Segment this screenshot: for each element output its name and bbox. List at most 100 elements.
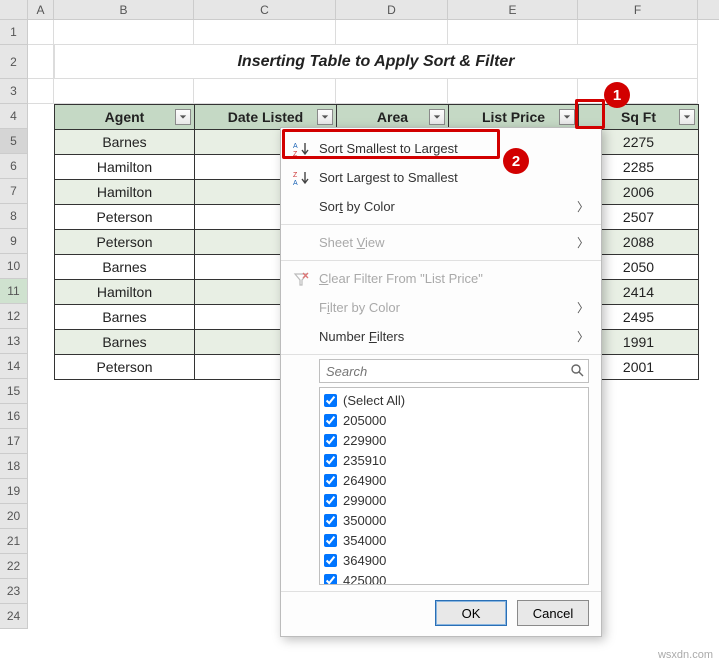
filter-value-option[interactable]: 229900 bbox=[324, 430, 584, 450]
row-24[interactable]: 24 bbox=[0, 604, 27, 629]
row-14[interactable]: 14 bbox=[0, 354, 27, 379]
sort-descending-label: Sort Largest to Smallest bbox=[319, 170, 589, 185]
filter-value-select-all[interactable]: (Select All) bbox=[324, 390, 584, 410]
table-cell[interactable]: Peterson bbox=[55, 230, 195, 255]
row-3[interactable]: 3 bbox=[0, 79, 27, 104]
number-filters-label: Number Filters bbox=[319, 329, 577, 344]
filter-value-checkbox[interactable] bbox=[324, 434, 337, 447]
select-all-checkbox[interactable] bbox=[324, 394, 337, 407]
row-headers: 1 2 3 4 5 6 7 8 9 10 11 12 13 14 15 16 1… bbox=[0, 20, 28, 629]
filter-value-option[interactable]: 350000 bbox=[324, 510, 584, 530]
filter-value-checkbox[interactable] bbox=[324, 494, 337, 507]
row-6[interactable]: 6 bbox=[0, 154, 27, 179]
sheet-view-label: Sheet View bbox=[319, 235, 577, 250]
row-18[interactable]: 18 bbox=[0, 454, 27, 479]
table-cell[interactable]: Barnes bbox=[55, 255, 195, 280]
filter-search[interactable] bbox=[319, 359, 589, 383]
filter-button-list-price[interactable] bbox=[559, 109, 575, 125]
header-agent-label: Agent bbox=[105, 109, 145, 125]
header-area-label: Area bbox=[377, 109, 408, 125]
sheet-view: Sheet View 〉 bbox=[281, 228, 601, 257]
filter-value-checkbox[interactable] bbox=[324, 474, 337, 487]
row-10[interactable]: 10 bbox=[0, 254, 27, 279]
col-B[interactable]: B bbox=[54, 0, 194, 19]
chevron-right-icon: 〉 bbox=[577, 198, 589, 215]
clear-filter-icon bbox=[293, 272, 319, 286]
col-C[interactable]: C bbox=[194, 0, 336, 19]
col-F[interactable]: F bbox=[578, 0, 698, 19]
filter-value-checkbox[interactable] bbox=[324, 554, 337, 567]
clear-filter: Clear Filter From "List Price" bbox=[281, 264, 601, 293]
sort-descending[interactable]: ZA Sort Largest to Smallest bbox=[281, 163, 601, 192]
filter-value-option[interactable]: 299000 bbox=[324, 490, 584, 510]
filter-button-sqft[interactable] bbox=[679, 109, 695, 125]
filter-value-option[interactable]: 264900 bbox=[324, 470, 584, 490]
filter-by-color-label: Filter by Color bbox=[319, 300, 577, 315]
row-21[interactable]: 21 bbox=[0, 529, 27, 554]
row-17[interactable]: 17 bbox=[0, 429, 27, 454]
header-sq-ft-label: Sq Ft bbox=[621, 109, 656, 125]
row-22[interactable]: 22 bbox=[0, 554, 27, 579]
filter-value-option[interactable]: 205000 bbox=[324, 410, 584, 430]
filter-value-checkbox[interactable] bbox=[324, 514, 337, 527]
watermark: wsxdn.com bbox=[658, 649, 713, 661]
svg-text:Z: Z bbox=[293, 172, 298, 179]
filter-values-list[interactable]: (Select All) 205000229900235910264900299… bbox=[319, 387, 589, 585]
header-sq-ft[interactable]: Sq Ft bbox=[579, 105, 699, 130]
row-20[interactable]: 20 bbox=[0, 504, 27, 529]
filter-value-option[interactable]: 235910 bbox=[324, 450, 584, 470]
chevron-right-icon: 〉 bbox=[577, 234, 589, 251]
sort-asc-icon: AZ bbox=[293, 141, 319, 157]
sort-by-color-label: Sort by Color bbox=[319, 199, 577, 214]
filter-value-checkbox[interactable] bbox=[324, 454, 337, 467]
filter-value-checkbox[interactable] bbox=[324, 574, 337, 586]
row-2[interactable]: 2 bbox=[0, 45, 27, 79]
sort-by-color[interactable]: Sort by Color 〉 bbox=[281, 192, 601, 221]
filter-value-option[interactable]: 354000 bbox=[324, 530, 584, 550]
header-area[interactable]: Area bbox=[337, 105, 449, 130]
row-7[interactable]: 7 bbox=[0, 179, 27, 204]
row-23[interactable]: 23 bbox=[0, 579, 27, 604]
col-E[interactable]: E bbox=[448, 0, 578, 19]
header-date-listed[interactable]: Date Listed bbox=[195, 105, 337, 130]
filter-search-input[interactable] bbox=[320, 364, 566, 379]
col-D[interactable]: D bbox=[336, 0, 448, 19]
sort-ascending-label: Sort Smallest to Largest bbox=[319, 141, 589, 156]
header-date-listed-label: Date Listed bbox=[228, 109, 303, 125]
header-list-price[interactable]: List Price bbox=[449, 105, 579, 130]
row-9[interactable]: 9 bbox=[0, 229, 27, 254]
sort-ascending[interactable]: AZ Sort Smallest to Largest bbox=[281, 134, 601, 163]
col-A[interactable]: A bbox=[28, 0, 54, 19]
table-cell[interactable]: Hamilton bbox=[55, 180, 195, 205]
cancel-button[interactable]: Cancel bbox=[517, 600, 589, 626]
number-filters[interactable]: Number Filters 〉 bbox=[281, 322, 601, 351]
row-19[interactable]: 19 bbox=[0, 479, 27, 504]
table-cell[interactable]: Barnes bbox=[55, 330, 195, 355]
column-headers: A B C D E F bbox=[0, 0, 719, 20]
filter-value-option[interactable]: 364900 bbox=[324, 550, 584, 570]
filter-value-checkbox[interactable] bbox=[324, 534, 337, 547]
ok-button[interactable]: OK bbox=[435, 600, 507, 626]
row-8[interactable]: 8 bbox=[0, 204, 27, 229]
filter-button-date[interactable] bbox=[317, 109, 333, 125]
table-cell[interactable]: Barnes bbox=[55, 130, 195, 155]
header-agent[interactable]: Agent bbox=[55, 105, 195, 130]
row-13[interactable]: 13 bbox=[0, 329, 27, 354]
row-1[interactable]: 1 bbox=[0, 20, 27, 45]
chevron-right-icon: 〉 bbox=[577, 299, 589, 316]
filter-button-area[interactable] bbox=[429, 109, 445, 125]
row-4[interactable]: 4 bbox=[0, 104, 27, 129]
row-15[interactable]: 15 bbox=[0, 379, 27, 404]
row-11[interactable]: 11 bbox=[0, 279, 27, 304]
filter-value-option[interactable]: 425000 bbox=[324, 570, 584, 585]
table-cell[interactable]: Hamilton bbox=[55, 155, 195, 180]
row-5[interactable]: 5 bbox=[0, 129, 27, 154]
table-cell[interactable]: Barnes bbox=[55, 305, 195, 330]
filter-value-checkbox[interactable] bbox=[324, 414, 337, 427]
row-16[interactable]: 16 bbox=[0, 404, 27, 429]
row-12[interactable]: 12 bbox=[0, 304, 27, 329]
filter-button-agent[interactable] bbox=[175, 109, 191, 125]
table-cell[interactable]: Peterson bbox=[55, 205, 195, 230]
table-cell[interactable]: Peterson bbox=[55, 355, 195, 380]
table-cell[interactable]: Hamilton bbox=[55, 280, 195, 305]
